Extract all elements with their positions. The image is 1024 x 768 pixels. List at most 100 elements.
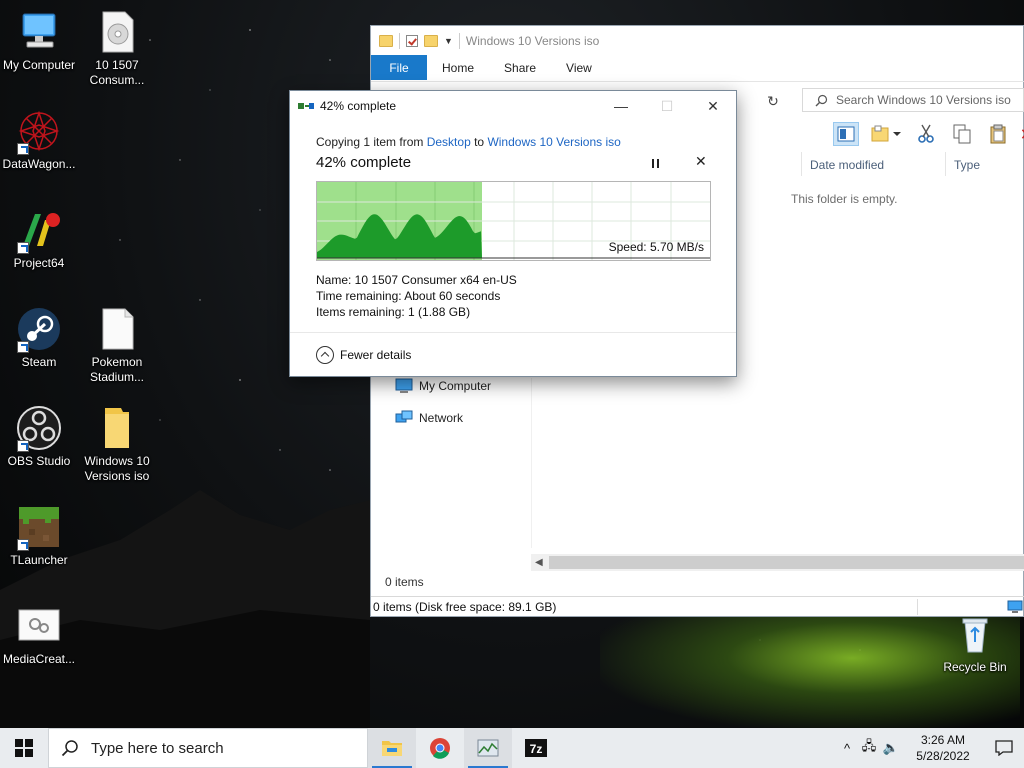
file-explorer-icon [382,741,402,756]
pause-button[interactable] [648,156,662,170]
desktop-icon-datawagon[interactable]: DataWagon... [0,107,81,172]
start-button[interactable] [0,728,48,768]
percent-complete-text: 42% complete [316,154,412,171]
cancel-button[interactable]: ✕ [695,153,707,170]
taskbar-app-task-manager[interactable] [464,728,512,768]
tab-share[interactable]: Share [489,55,551,80]
divider [917,599,918,615]
system-tray: ^ 🖧 🔈 3:26 AM 5/28/2022 [836,728,1024,768]
time-remaining-line: Time remaining: About 60 seconds [316,289,501,303]
scrollbar-thumb[interactable] [549,556,1024,569]
explorer-search-input[interactable]: Search Windows 10 Versions iso [802,88,1024,112]
properties-icon[interactable] [406,34,418,47]
volume-icon[interactable]: 🔈 [880,740,902,756]
desktop-icon-recycle-bin[interactable]: Recycle Bin [933,610,1017,675]
ribbon-tabs: File Home Share View [371,55,1023,80]
desktop-icon-steam[interactable]: Steam [0,305,81,370]
taskbar-app-file-explorer[interactable] [368,728,416,768]
desktop-icon-media-creation-tool[interactable]: MediaCreat... [0,602,81,667]
search-icon [61,740,78,757]
file-icon [102,308,134,350]
desktop-icon-label: Recycle Bin [943,660,1007,674]
items-count: 0 items [385,575,424,589]
preview-pane-icon[interactable] [833,122,859,146]
scroll-left-icon[interactable]: ◀ [535,554,543,571]
network-icon[interactable]: 🖧 [858,737,880,759]
taskbar-app-chrome[interactable] [416,728,464,768]
folder-icon [379,34,393,47]
minimize-button[interactable]: — [598,91,644,121]
tab-view[interactable]: View [551,55,607,80]
tab-home[interactable]: Home [427,55,489,80]
fewer-details-label: Fewer details [340,348,412,362]
layout-icon[interactable] [869,122,903,146]
desktop-icon-label: 10 1507 Consum... [89,58,145,87]
divider [531,378,532,548]
clock-date: 5/28/2022 [916,749,970,763]
dialog-window-controls: — ☐ ✕ [598,91,736,121]
file-name-line: Name: 10 1507 Consumer x64 en-US [316,273,517,287]
dialog-title-bar[interactable]: 42% complete [298,99,396,113]
copy-icon [298,103,314,109]
empty-folder-message: This folder is empty. [791,192,898,206]
desktop-icon-windows-10-versions-iso[interactable]: Windows 10 Versions iso [75,404,159,484]
transfer-details: Name: 10 1507 Consumer x64 en-US Time re… [316,272,517,320]
svg-text:7z: 7z [530,742,543,756]
speed-label: Speed: 5.70 MB/s [608,240,704,254]
copy-progress-dialog[interactable]: 42% complete — ☐ ✕ Copying 1 item from D… [289,90,737,377]
desktop-icon-label: My Computer [2,58,76,72]
nav-label: Network [419,411,464,425]
search-placeholder: Search Windows 10 Versions iso [836,93,1011,107]
nav-item-my-computer[interactable]: My Computer [395,378,491,394]
copy-icon[interactable] [949,122,975,146]
taskbar-app-7zip[interactable]: 7z [512,728,560,768]
explorer-title-bar[interactable]: ▼ Windows 10 Versions iso [371,26,1023,55]
desktop-icon-label: Steam [21,355,57,369]
folder-icon [105,408,129,448]
refresh-icon[interactable]: ↻ [762,90,784,112]
column-date-modified[interactable]: Date modified [801,152,945,176]
details-view-icon[interactable] [1007,600,1023,614]
chevron-down-icon[interactable]: ▼ [444,36,453,46]
desktop-icon-obs-studio[interactable]: OBS Studio [0,404,81,469]
search-icon [815,94,828,106]
status-bar: 0 items (Disk free space: 89.1 GB) [371,596,1024,617]
nav-item-network[interactable]: Network [395,410,463,426]
desktop-icon-my-computer[interactable]: My Computer [0,8,81,73]
close-button[interactable]: ✕ [690,91,736,121]
desktop-icon-pokemon-stadium[interactable]: Pokemon Stadium... [75,305,159,385]
chrome-icon [430,738,450,759]
chevron-up-icon [316,346,334,364]
clock[interactable]: 3:26 AM 5/28/2022 [902,732,984,764]
fewer-details-button[interactable]: Fewer details [316,346,411,364]
cut-icon[interactable] [913,122,939,146]
column-type[interactable]: Type [945,152,1024,176]
desktop-icon-label: OBS Studio [7,454,71,468]
divider [399,32,400,49]
destination-link[interactable]: Windows 10 Versions iso [487,135,620,149]
tab-file[interactable]: File [371,55,427,80]
column-headers: Date modified Type [801,152,1024,176]
recycle-bin-icon [962,618,988,653]
desktop-icon-project64[interactable]: Project64 [0,206,81,271]
source-link[interactable]: Desktop [427,135,471,149]
desktop-icon-label: DataWagon... [2,157,76,171]
taskbar: Type here to search 7z ^ 🖧 🔈 3:26 AM 5/2… [0,728,1024,768]
maximize-button: ☐ [660,97,674,114]
7zip-icon: 7z [525,739,547,757]
desktop-icon-label: MediaCreat... [2,652,76,666]
computer-icon [395,378,413,393]
copy-description: Copying 1 item from Desktop to Windows 1… [316,135,621,149]
media-creation-tool-icon [18,609,60,641]
horizontal-scrollbar[interactable]: ◀ [531,554,1024,571]
windows-logo-icon [15,739,33,757]
desktop-icon-tlauncher[interactable]: TLauncher [0,503,81,568]
notification-center-icon[interactable] [984,740,1024,756]
paste-icon[interactable] [985,122,1011,146]
desktop-icon-iso-file[interactable]: 10 1507 Consum... [75,8,159,88]
computer-icon [22,13,56,48]
divider [458,32,460,49]
taskbar-search-box[interactable]: Type here to search [48,728,368,768]
chevron-up-icon[interactable]: ^ [836,741,858,756]
new-folder-icon[interactable] [424,34,438,47]
